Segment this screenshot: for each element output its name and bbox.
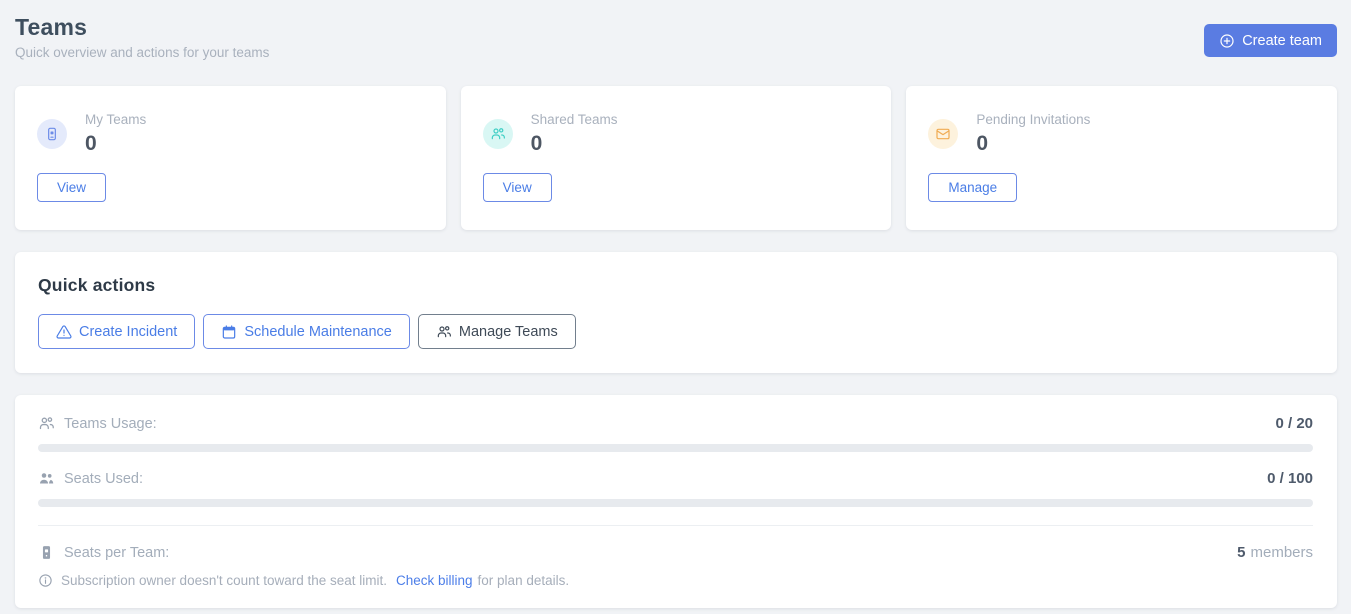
create-incident-button[interactable]: Create Incident bbox=[38, 314, 195, 349]
stat-card-label: Shared Teams bbox=[531, 112, 618, 127]
seat-limit-note: Subscription owner doesn't count toward … bbox=[38, 573, 1313, 588]
view-my-teams-button[interactable]: View bbox=[37, 173, 106, 202]
page-header-text: Teams Quick overview and actions for you… bbox=[15, 14, 269, 60]
stat-card-meta: Pending Invitations 0 bbox=[976, 112, 1090, 156]
teams-page: Teams Quick overview and actions for you… bbox=[0, 0, 1351, 608]
stat-card-meta: My Teams 0 bbox=[85, 112, 146, 156]
manage-invitations-button[interactable]: Manage bbox=[928, 173, 1017, 202]
envelope-icon bbox=[928, 119, 958, 149]
plus-circle-icon bbox=[1219, 33, 1235, 49]
seats-used-progress bbox=[38, 499, 1313, 507]
users-outline-icon bbox=[38, 415, 55, 432]
seats-per-team-value: 5members bbox=[1237, 544, 1313, 561]
stat-card-meta: Shared Teams 0 bbox=[531, 112, 618, 156]
seats-used-label: Seats Used: bbox=[64, 471, 143, 487]
info-circle-icon bbox=[38, 573, 53, 588]
seats-per-team-unit: members bbox=[1250, 544, 1313, 561]
id-badge-icon bbox=[37, 119, 67, 149]
create-incident-label: Create Incident bbox=[79, 324, 177, 340]
teams-usage-row: Teams Usage: 0 / 20 bbox=[38, 415, 1313, 452]
manage-teams-button[interactable]: Manage Teams bbox=[418, 314, 576, 349]
note-suffix: for plan details. bbox=[478, 573, 570, 588]
seats-used-row: Seats Used: 0 / 100 bbox=[38, 470, 1313, 507]
quick-actions-panel: Quick actions Create Incident bbox=[15, 252, 1337, 373]
seats-per-team-row: Seats per Team: 5members bbox=[38, 544, 1313, 561]
seats-used-value: 0 / 100 bbox=[1267, 470, 1313, 487]
teams-usage-progress bbox=[38, 444, 1313, 452]
teams-usage-value: 0 / 20 bbox=[1275, 415, 1313, 432]
stat-card-my-teams: My Teams 0 View bbox=[15, 86, 446, 230]
note-text: Subscription owner doesn't count toward … bbox=[61, 573, 387, 588]
usage-panel: Teams Usage: 0 / 20 Seats Used: 0 / bbox=[15, 395, 1337, 608]
stat-card-shared-teams: Shared Teams 0 View bbox=[461, 86, 892, 230]
quick-actions-buttons: Create Incident Schedule Maintenance bbox=[38, 314, 1313, 349]
stat-card-pending-invitations: Pending Invitations 0 Manage bbox=[906, 86, 1337, 230]
stat-card-label: Pending Invitations bbox=[976, 112, 1090, 127]
stat-card-value: 0 bbox=[531, 132, 618, 156]
page-title: Teams bbox=[15, 14, 269, 41]
schedule-maintenance-label: Schedule Maintenance bbox=[244, 324, 392, 340]
teams-usage-label: Teams Usage: bbox=[64, 416, 157, 432]
stat-card-value: 0 bbox=[976, 132, 1090, 156]
stat-card-value: 0 bbox=[85, 132, 146, 156]
warning-triangle-icon bbox=[56, 324, 72, 340]
stat-card-label: My Teams bbox=[85, 112, 146, 127]
users-icon bbox=[483, 119, 513, 149]
page-header: Teams Quick overview and actions for you… bbox=[15, 14, 1337, 60]
stat-cards-row: My Teams 0 View Shared Teams bbox=[15, 86, 1337, 230]
seats-per-team-label: Seats per Team: bbox=[64, 545, 169, 561]
quick-actions-title: Quick actions bbox=[38, 275, 1313, 296]
view-shared-teams-button[interactable]: View bbox=[483, 173, 552, 202]
create-team-button[interactable]: Create team bbox=[1204, 24, 1337, 57]
id-badge-filled-icon bbox=[38, 544, 55, 561]
calendar-icon bbox=[221, 324, 237, 340]
usage-divider bbox=[38, 525, 1313, 526]
manage-teams-label: Manage Teams bbox=[459, 324, 558, 340]
users-filled-icon bbox=[38, 470, 55, 487]
create-team-label: Create team bbox=[1242, 33, 1322, 49]
page-subtitle: Quick overview and actions for your team… bbox=[15, 45, 269, 60]
users-icon bbox=[436, 324, 452, 340]
schedule-maintenance-button[interactable]: Schedule Maintenance bbox=[203, 314, 410, 349]
check-billing-link[interactable]: Check billing bbox=[396, 573, 473, 588]
